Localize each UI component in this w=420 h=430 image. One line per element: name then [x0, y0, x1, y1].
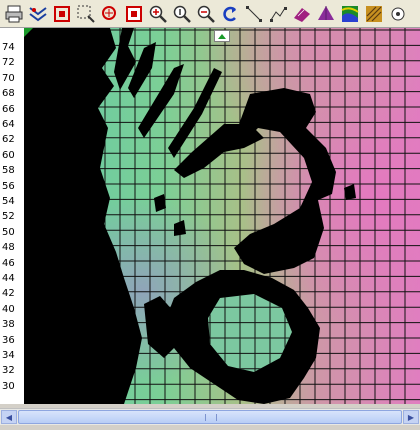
- toolbar: [0, 0, 420, 28]
- y-tick-label: 60: [2, 149, 15, 161]
- y-tick-label: 66: [2, 103, 15, 115]
- polyline-tool-icon[interactable]: [266, 2, 289, 25]
- map-view: 74 72 70 68 66 64 62 60 58 56 54 52 50 48 46 44 42 40 38 36…: [0, 28, 420, 410]
- y-tick-label: 48: [2, 242, 15, 254]
- y-tick-label: 44: [2, 273, 15, 284]
- y-tick-label: 32: [2, 365, 15, 377]
- y-tick-label: 46: [2, 257, 15, 269]
- map-canvas[interactable]: [24, 28, 420, 404]
- 3d-surface-icon[interactable]: [314, 2, 337, 25]
- zoom-extent-icon[interactable]: [50, 2, 73, 25]
- y-tick-label: 38: [2, 319, 15, 331]
- y-tick-label: 64: [2, 119, 15, 130]
- zoom-region-icon[interactable]: [122, 2, 145, 25]
- top-triangle-marker[interactable]: [214, 30, 230, 42]
- y-tick-label: 68: [2, 88, 15, 100]
- line-tool-icon[interactable]: [242, 2, 265, 25]
- y-tick-label: 52: [2, 211, 15, 223]
- y-tick-label: 50: [2, 226, 15, 238]
- scroll-right-button[interactable]: ▶: [403, 410, 419, 424]
- y-tick-label: 36: [2, 334, 15, 346]
- y-tick-label: 40: [2, 303, 15, 315]
- y-tick-label: 30: [2, 380, 15, 392]
- zoom-out-icon[interactable]: [194, 2, 217, 25]
- zoom-box-icon[interactable]: [74, 2, 97, 25]
- y-tick-label: 70: [2, 72, 15, 84]
- y-tick-label: 74: [2, 42, 15, 53]
- zoom-in-icon[interactable]: [146, 2, 169, 25]
- horizontal-scrollbar[interactable]: ◀ ▶: [0, 408, 420, 425]
- y-axis: 74 72 70 68 66 64 62 60 58 56 54 52 50 48 46 44 42 40 38 36…: [0, 28, 25, 404]
- scrollbar-grip-icon: [205, 414, 217, 421]
- scrollbar-thumb[interactable]: [18, 410, 402, 424]
- y-tick-label: 34: [2, 350, 15, 361]
- y-tick-label: 58: [2, 165, 15, 177]
- scroll-left-button[interactable]: ◀: [1, 410, 17, 424]
- y-tick-label: 56: [2, 180, 15, 192]
- status-strip: [0, 425, 420, 430]
- layers-icon[interactable]: [26, 2, 49, 25]
- y-tick-label: 54: [2, 196, 15, 207]
- y-tick-label: 72: [2, 57, 15, 69]
- redraw-icon[interactable]: [218, 2, 241, 25]
- base-map-icon[interactable]: [386, 2, 409, 25]
- shaded-relief-icon[interactable]: [362, 2, 385, 25]
- y-tick-label: 62: [2, 134, 15, 146]
- top-left-corner-marker: [24, 28, 33, 37]
- y-tick-label: 42: [2, 288, 15, 300]
- contour-color-icon[interactable]: [338, 2, 361, 25]
- surface-map-icon[interactable]: [290, 2, 313, 25]
- zoom-area-icon[interactable]: [98, 2, 121, 25]
- zoom-realtime-icon[interactable]: [170, 2, 193, 25]
- print-icon[interactable]: [2, 2, 25, 25]
